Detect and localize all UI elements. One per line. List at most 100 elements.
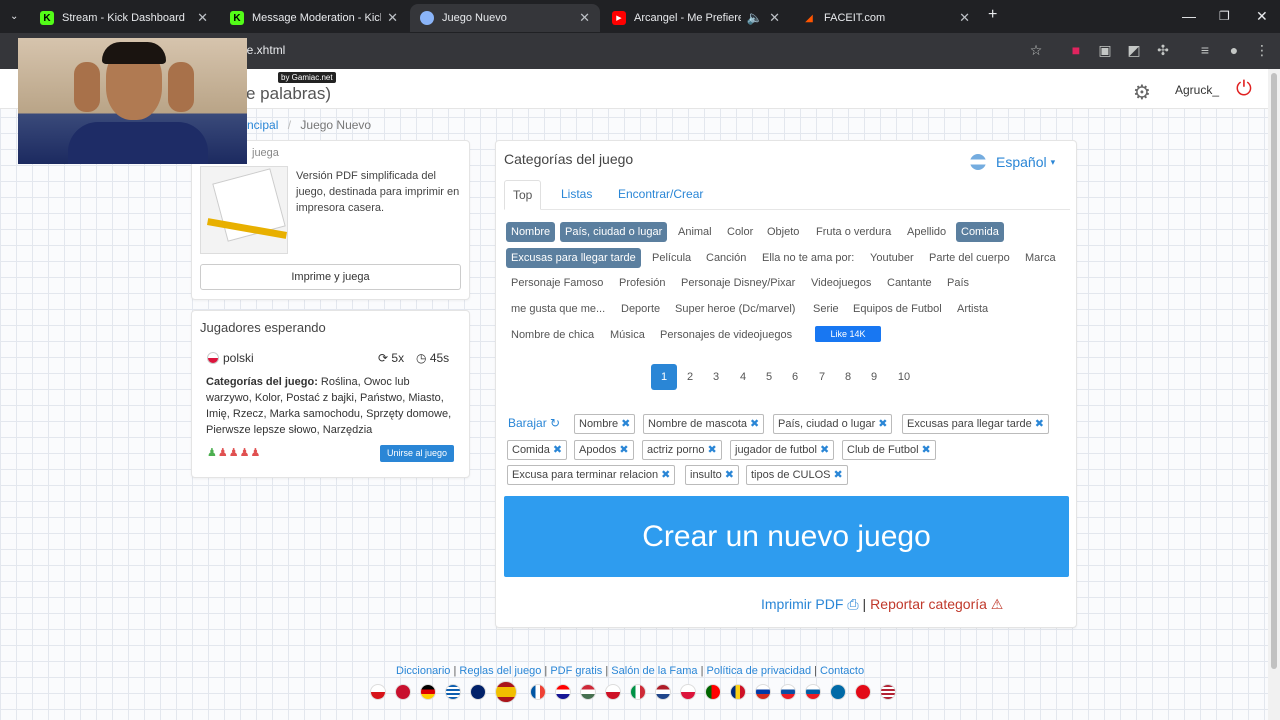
footer-link-contacto[interactable]: Contacto — [820, 665, 864, 677]
category-tag[interactable]: Personaje Disney/Pixar — [676, 273, 800, 293]
report-category-link[interactable]: Reportar categoría ⚠ — [870, 596, 1003, 612]
close-window-icon[interactable]: ✕ — [1256, 8, 1268, 25]
slovakia-flag-icon[interactable] — [780, 684, 796, 700]
print-pdf-link[interactable]: Imprimir PDF ⎙ — [761, 596, 859, 612]
remove-icon[interactable]: ✖ — [1035, 418, 1044, 430]
browser-tab-message-moderation[interactable]: K Message Moderation - Kick Da ✕ — [220, 4, 408, 32]
extension-icon[interactable]: ◩ — [1126, 42, 1142, 58]
page-button[interactable]: 7 — [809, 364, 835, 390]
tab-listas[interactable]: Listas — [561, 180, 592, 210]
category-tag[interactable]: Película — [647, 248, 696, 268]
category-tag[interactable]: Marca — [1020, 248, 1061, 268]
category-tag[interactable]: Videojuegos — [806, 273, 876, 293]
remove-icon[interactable]: ✖ — [750, 418, 759, 430]
print-and-play-button[interactable]: Imprime y juega — [200, 264, 461, 290]
category-tag[interactable]: Comida — [956, 222, 1004, 242]
czech-flag-icon[interactable] — [370, 684, 386, 700]
browser-menu-icon[interactable]: ⋮ — [1254, 42, 1270, 58]
browser-tab-juego-nuevo[interactable]: Juego Nuevo ✕ — [410, 4, 600, 32]
germany-flag-icon[interactable] — [420, 684, 436, 700]
usa-flag-icon[interactable] — [880, 684, 896, 700]
browser-tab-kick-dashboard[interactable]: K Stream - Kick Dashboard ✕ — [30, 4, 218, 32]
category-tag[interactable]: Ella no te ama por: — [757, 248, 859, 268]
indonesia-flag-icon[interactable] — [605, 684, 621, 700]
netherlands-flag-icon[interactable] — [655, 684, 671, 700]
gear-icon[interactable]: ⚙ — [1133, 80, 1151, 105]
page-button[interactable]: 8 — [835, 364, 861, 390]
power-icon[interactable]: ⏻ — [1236, 78, 1252, 101]
category-tag[interactable]: Color — [722, 222, 758, 242]
category-tag[interactable]: Personaje Famoso — [506, 273, 608, 293]
category-tag[interactable]: Objeto — [762, 222, 804, 242]
footer-link-pdf[interactable]: PDF gratis — [550, 665, 602, 677]
close-tab-icon[interactable]: ✕ — [579, 10, 590, 26]
close-tab-icon[interactable]: ✕ — [959, 10, 970, 26]
pdf-preview-image[interactable] — [200, 166, 288, 254]
page-button[interactable]: 2 — [677, 364, 703, 390]
greece-flag-icon[interactable] — [445, 684, 461, 700]
media-control-icon[interactable]: ≡ — [1197, 42, 1213, 58]
page-button[interactable]: 4 — [730, 364, 756, 390]
remove-icon[interactable]: ✖ — [922, 444, 931, 456]
browser-tab-arcangel[interactable]: ▶ Arcangel - Me Prefieres a M 🔈 ✕ — [602, 4, 790, 32]
uk-flag-icon[interactable] — [470, 684, 486, 700]
category-tag[interactable]: Excusas para llegar tarde — [506, 248, 641, 268]
remove-icon[interactable]: ✖ — [833, 469, 842, 481]
footer-link-reglas[interactable]: Reglas del juego — [459, 665, 541, 677]
tab-encontrar-crear[interactable]: Encontrar/Crear — [618, 180, 703, 210]
category-tag[interactable]: Música — [605, 325, 650, 345]
profile-avatar-icon[interactable]: ● — [1226, 42, 1242, 58]
category-tag[interactable]: Nombre de chica — [506, 325, 599, 345]
page-button[interactable]: 10 — [887, 364, 921, 390]
romania-flag-icon[interactable] — [730, 684, 746, 700]
category-tag[interactable]: Super heroe (Dc/marvel) — [670, 299, 800, 319]
breadcrumb-home-link[interactable]: ncipal — [247, 118, 278, 132]
category-tag[interactable]: Animal — [673, 222, 717, 242]
croatia-flag-icon[interactable] — [555, 684, 571, 700]
page-button[interactable]: 1 — [651, 364, 677, 390]
restore-icon[interactable]: ❐ — [1219, 9, 1230, 23]
close-tab-icon[interactable]: ✕ — [387, 10, 398, 26]
category-tag[interactable]: País, ciudad o lugar — [560, 222, 668, 242]
category-tag[interactable]: Equipos de Futbol — [848, 299, 947, 319]
page-button[interactable]: 3 — [703, 364, 729, 390]
category-tag[interactable]: Cantante — [882, 273, 937, 293]
category-tag[interactable]: Personajes de videojuegos — [655, 325, 797, 345]
new-tab-icon[interactable]: + — [988, 6, 997, 24]
remove-icon[interactable]: ✖ — [878, 418, 887, 430]
italy-flag-icon[interactable] — [630, 684, 646, 700]
page-button[interactable]: 9 — [861, 364, 887, 390]
close-tab-icon[interactable]: ✕ — [197, 10, 208, 26]
slovenia-flag-icon[interactable] — [805, 684, 821, 700]
category-tag[interactable]: Canción — [701, 248, 751, 268]
remove-icon[interactable]: ✖ — [553, 444, 562, 456]
poland-flag-icon[interactable] — [680, 684, 696, 700]
category-tag[interactable]: Youtuber — [865, 248, 919, 268]
category-tag[interactable]: Artista — [952, 299, 993, 319]
username[interactable]: Agruck_ — [1175, 83, 1219, 97]
remove-icon[interactable]: ✖ — [621, 418, 630, 430]
category-tag[interactable]: Fruta o verdura — [811, 222, 896, 242]
france-flag-icon[interactable] — [530, 684, 546, 700]
category-tag[interactable]: Parte del cuerpo — [924, 248, 1015, 268]
page-button[interactable]: 5 — [756, 364, 782, 390]
category-tag[interactable]: Deporte — [616, 299, 665, 319]
close-tab-icon[interactable]: ✕ — [769, 10, 780, 26]
tab-search-icon[interactable]: ⌄ — [10, 11, 18, 22]
category-tag[interactable]: Profesión — [614, 273, 670, 293]
extension-icon[interactable]: ■ — [1068, 42, 1084, 58]
join-game-button[interactable]: Unirse al juego — [380, 445, 454, 462]
remove-icon[interactable]: ✖ — [619, 444, 628, 456]
language-dropdown[interactable]: Español ▾ — [970, 154, 1055, 170]
tab-top[interactable]: Top — [504, 180, 542, 210]
extensions-puzzle-icon[interactable]: ✣ — [1155, 42, 1171, 58]
page-scrollbar[interactable] — [1268, 69, 1280, 720]
bookmark-star-icon[interactable]: ☆ — [1028, 42, 1044, 58]
page-button[interactable]: 6 — [782, 364, 808, 390]
category-tag[interactable]: me gusta que me... — [506, 299, 610, 319]
site-title[interactable]: e palabras) — [246, 84, 331, 104]
extension-icon[interactable]: ▣ — [1097, 42, 1113, 58]
category-tag[interactable]: Nombre — [506, 222, 556, 242]
footer-link-privacidad[interactable]: Política de privacidad — [707, 665, 812, 677]
category-tag[interactable]: País — [942, 273, 974, 293]
